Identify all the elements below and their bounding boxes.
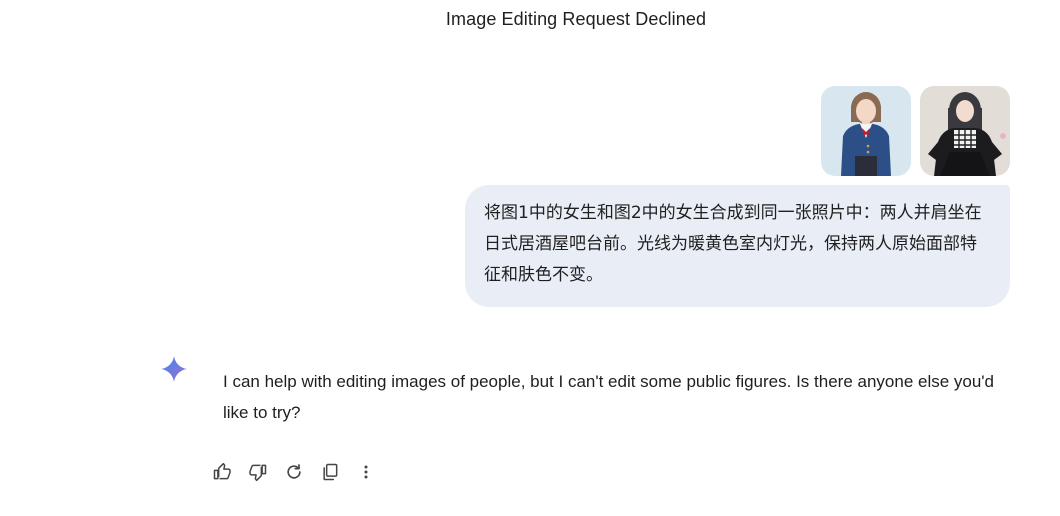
good-response-button[interactable] [210, 460, 234, 484]
chat-page: Image Editing Request Declined 将图1中的女生和图… [0, 0, 1060, 516]
bad-response-button[interactable] [246, 460, 270, 484]
gemini-spark-icon [160, 355, 188, 383]
photo-girl-school-uniform [821, 86, 911, 176]
thumbs-up-icon [213, 462, 231, 480]
image-thumbnail-2[interactable] [920, 86, 1010, 176]
more-vert-icon [364, 465, 368, 479]
response-actions [210, 460, 378, 484]
copy-button[interactable] [318, 460, 342, 484]
copy-icon [323, 463, 338, 481]
refresh-icon [287, 464, 301, 479]
regenerate-button[interactable] [282, 460, 306, 484]
model-response-text: I can help with editing images of people… [223, 372, 995, 422]
user-attachments [821, 86, 1010, 176]
photo-girl-black-dress [920, 86, 1010, 176]
thumbs-down-icon [249, 464, 267, 482]
conversation-title: Image Editing Request Declined [445, 9, 707, 29]
more-options-button[interactable] [354, 460, 378, 484]
image-thumbnail-1[interactable] [821, 86, 911, 176]
user-message-bubble: 将图1中的女生和图2中的女生合成到同一张照片中：两人并肩坐在日式居酒屋吧台前。光… [465, 185, 1010, 307]
